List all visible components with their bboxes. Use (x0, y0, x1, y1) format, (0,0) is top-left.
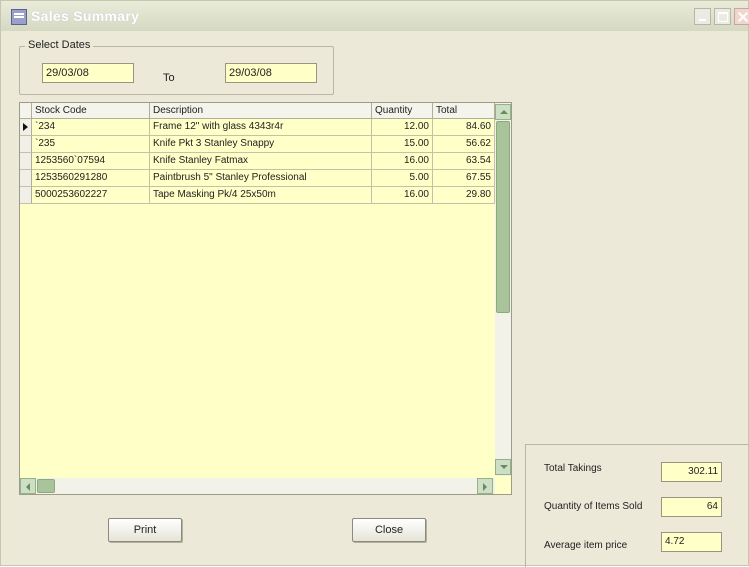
total-cell[interactable]: 29.80 (433, 187, 495, 204)
description-cell[interactable]: Knife Pkt 3 Stanley Snappy (150, 136, 372, 153)
quantity-cell[interactable]: 12.00 (372, 119, 433, 136)
stock-code-cell[interactable]: 1253560291280 (32, 170, 150, 187)
column-header-description[interactable]: Description (150, 103, 372, 119)
from-date-field[interactable]: 29/03/08 (42, 63, 134, 83)
to-label: To (163, 72, 175, 84)
scroll-down-arrow-icon[interactable] (495, 459, 511, 475)
row-selector-header (20, 103, 32, 119)
quantity-sold-field: 64 (661, 497, 722, 517)
title-bar[interactable]: Sales Summary (1, 1, 749, 31)
close-window-button[interactable] (734, 8, 749, 25)
scroll-up-arrow-icon[interactable] (495, 104, 511, 120)
description-cell[interactable]: Knife Stanley Fatmax (150, 153, 372, 170)
quantity-cell[interactable]: 15.00 (372, 136, 433, 153)
print-button[interactable]: Print (108, 518, 182, 542)
sales-grid[interactable]: Stock Code Description Quantity Total `2… (19, 102, 512, 495)
scroll-left-arrow-icon[interactable] (20, 478, 36, 494)
total-cell[interactable]: 67.55 (433, 170, 495, 187)
table-row[interactable]: 5000253602227 Tape Masking Pk/4 25x50m 1… (20, 187, 495, 204)
stock-code-cell[interactable]: 5000253602227 (32, 187, 150, 204)
column-header-quantity[interactable]: Quantity (372, 103, 433, 119)
window-title: Sales Summary (31, 8, 140, 24)
table-row[interactable]: 1253560`07594 Knife Stanley Fatmax 16.00… (20, 153, 495, 170)
average-price-field: 4.72 (661, 532, 722, 552)
column-header-stock-code[interactable]: Stock Code (32, 103, 150, 119)
description-cell[interactable]: Paintbrush 5" Stanley Professional (150, 170, 372, 187)
select-dates-label: Select Dates (25, 39, 94, 51)
total-takings-label: Total Takings (544, 463, 602, 474)
horizontal-scroll-thumb[interactable] (37, 479, 55, 493)
app-icon (11, 9, 27, 25)
close-button[interactable]: Close (352, 518, 426, 542)
quantity-cell[interactable]: 16.00 (372, 187, 433, 204)
scroll-right-arrow-icon[interactable] (477, 478, 493, 494)
total-cell[interactable]: 84.60 (433, 119, 495, 136)
row-selector[interactable] (20, 153, 32, 170)
vertical-scroll-thumb[interactable] (496, 121, 510, 313)
stock-code-cell[interactable]: 1253560`07594 (32, 153, 150, 170)
table-row[interactable]: `234 Frame 12" with glass 4343r4r 12.00 … (20, 119, 495, 136)
sales-summary-window: Sales Summary Select Dates 29/03/08 To 2… (0, 0, 749, 567)
table-row[interactable]: 1253560291280 Paintbrush 5" Stanley Prof… (20, 170, 495, 187)
minimize-button[interactable] (694, 8, 711, 25)
horizontal-scrollbar[interactable] (20, 478, 495, 494)
table-row[interactable]: `235 Knife Pkt 3 Stanley Snappy 15.00 56… (20, 136, 495, 153)
description-cell[interactable]: Tape Masking Pk/4 25x50m (150, 187, 372, 204)
row-selector[interactable] (20, 136, 32, 153)
stock-code-cell[interactable]: `234 (32, 119, 150, 136)
quantity-cell[interactable]: 16.00 (372, 153, 433, 170)
average-price-label: Average item price (544, 540, 628, 551)
row-selector[interactable] (20, 170, 32, 187)
to-date-field[interactable]: 29/03/08 (225, 63, 317, 83)
row-selector[interactable] (20, 187, 32, 204)
maximize-button[interactable] (714, 8, 731, 25)
current-row-pointer-icon (23, 123, 28, 131)
description-cell[interactable]: Frame 12" with glass 4343r4r (150, 119, 372, 136)
total-cell[interactable]: 56.62 (433, 136, 495, 153)
column-header-total[interactable]: Total (433, 103, 495, 119)
vertical-scrollbar[interactable] (495, 103, 511, 476)
row-selector[interactable] (20, 119, 32, 136)
total-takings-field: 302.11 (661, 462, 722, 482)
quantity-sold-label: Quantity of Items Sold (544, 501, 643, 512)
quantity-cell[interactable]: 5.00 (372, 170, 433, 187)
stock-code-cell[interactable]: `235 (32, 136, 150, 153)
total-cell[interactable]: 63.54 (433, 153, 495, 170)
